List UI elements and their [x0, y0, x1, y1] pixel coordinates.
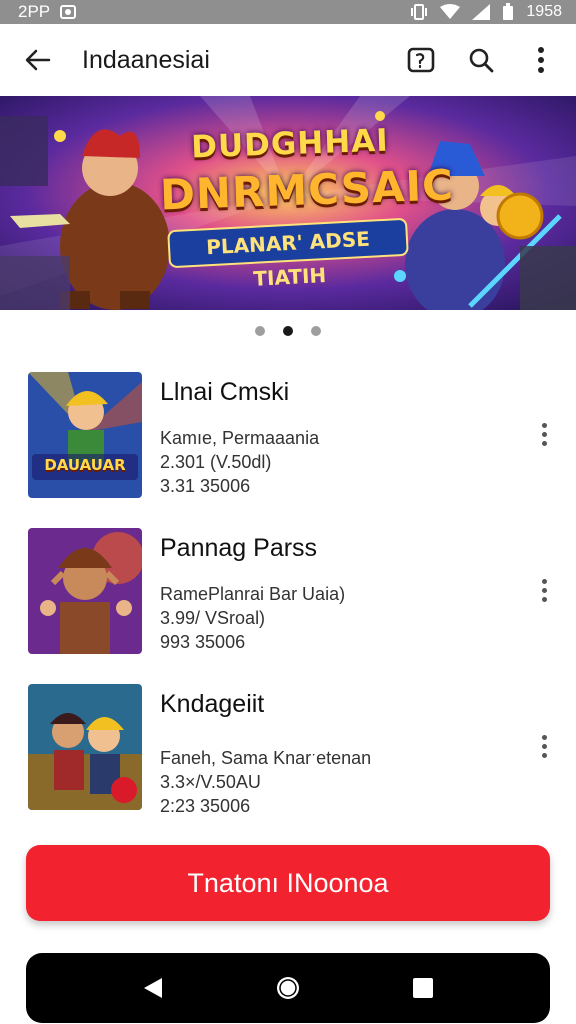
vibrate-icon: [411, 4, 428, 20]
game-downloads: 3.31 35006: [160, 476, 251, 496]
signal-icon: [472, 4, 491, 20]
promo-banner[interactable]: DUDGHHAI DNRMCSAIC PLANAR' ADSE TIATIH: [0, 96, 576, 310]
carousel-dot[interactable]: [311, 326, 321, 336]
primary-action-button[interactable]: Tnatonı INoonoa: [26, 845, 550, 921]
nav-back-button[interactable]: [136, 971, 170, 1005]
back-triangle-icon: [144, 978, 163, 998]
more-vert-icon: [541, 440, 547, 446]
game-publisher: Faneh, Sama Knarˑetenan: [160, 748, 372, 768]
more-vert-icon: [538, 47, 544, 73]
carousel-dot-active[interactable]: [283, 326, 293, 336]
list-item[interactable]: Kndageiit Faneh, Sama Knarˑetenan 3.3×/V…: [0, 682, 576, 816]
system-nav-bar: [26, 953, 550, 1023]
game-art-1: [28, 372, 142, 498]
app-bar: Indaanesiai: [0, 24, 576, 96]
more-vert-icon: [541, 587, 547, 593]
nav-recents-button[interactable]: [406, 971, 440, 1005]
more-vert-icon: [541, 734, 547, 740]
list-item[interactable]: DAUAUAR Llnai Cmski Kamıe, Permaaania 2.…: [0, 370, 576, 500]
game-publisher: RamePlanrai Bar Uaia): [160, 584, 346, 604]
cast-icon: [407, 47, 435, 73]
more-vert-icon: [541, 596, 547, 602]
search-button[interactable]: [464, 43, 498, 77]
search-icon: [469, 48, 494, 73]
back-button[interactable]: [18, 40, 58, 80]
status-right: 1958: [410, 3, 562, 21]
game-version: 3.3×/V.50AU: [160, 772, 261, 792]
game-art-3: [28, 684, 142, 810]
page-title: Indaanesiai: [82, 45, 210, 74]
item-more-button[interactable]: [532, 418, 556, 450]
status-time: 2PP: [18, 2, 51, 21]
nav-home-button[interactable]: [271, 971, 305, 1005]
game-title: Llnai Cmski: [160, 378, 290, 406]
game-art-2: [28, 528, 142, 654]
item-more-button[interactable]: [532, 574, 556, 606]
overflow-menu-button[interactable]: [524, 43, 558, 77]
thumbnail-label: DAUAUAR: [44, 456, 126, 474]
more-vert-icon: [541, 752, 547, 758]
more-vert-icon: [541, 743, 547, 749]
game-downloads: 2:23 35006: [160, 796, 251, 816]
list-item[interactable]: Pannag Parss RamePlanrai Bar Uaia) 3.99/…: [0, 526, 576, 656]
banner-title-line2: DNRMCSAIC: [159, 160, 455, 220]
game-title: Kndageiit: [160, 690, 265, 718]
game-downloads: 993 35006: [160, 632, 246, 652]
game-publisher: Kamıe, Permaaania: [160, 428, 320, 448]
status-right-text: 1958: [526, 3, 562, 20]
wifi-icon: [440, 4, 461, 19]
status-left: 2PP: [18, 2, 77, 22]
game-version: 3.99/ VSroal): [160, 608, 266, 628]
carousel-indicator: [0, 326, 576, 336]
cast-button[interactable]: [404, 43, 438, 77]
more-vert-icon: [541, 422, 547, 428]
recents-square-icon: [412, 978, 433, 998]
more-vert-icon: [541, 431, 547, 437]
game-thumbnail: [28, 528, 142, 654]
game-title: Pannag Parss: [160, 534, 318, 562]
back-arrow-icon: [25, 49, 51, 71]
game-thumbnail: [28, 684, 142, 810]
app-bar-actions: [404, 43, 558, 77]
game-thumbnail: DAUAUAR: [28, 372, 142, 498]
game-version: 2.301 (V.50dl): [160, 452, 272, 472]
carousel-dot[interactable]: [255, 326, 265, 336]
battery-icon: [503, 3, 514, 20]
home-circle-icon: [276, 977, 299, 999]
status-bar: 2PP 1958: [0, 0, 576, 24]
more-vert-icon: [541, 578, 547, 584]
item-more-button[interactable]: [532, 730, 556, 762]
notification-icon: [60, 5, 77, 19]
